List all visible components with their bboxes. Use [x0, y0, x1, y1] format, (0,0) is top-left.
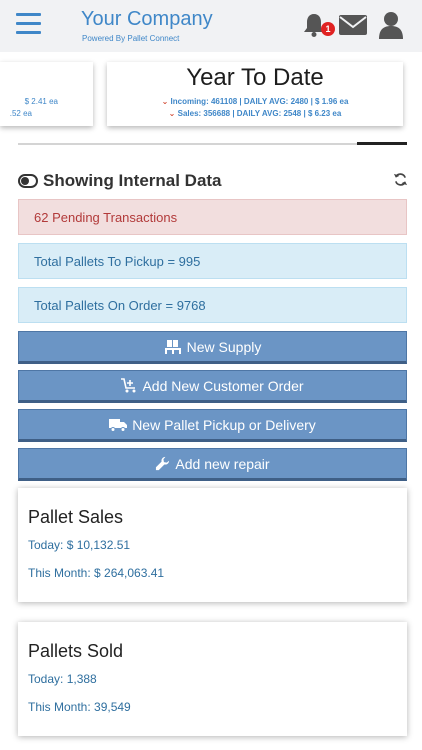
pallet-sales-month: This Month: $ 264,063.41	[28, 566, 165, 580]
stat-prev-line-1: $ 2.41 ea	[24, 97, 58, 106]
app-header: Your Company Powered By Pallet Connect 1	[0, 0, 422, 52]
pallets-on-order-alert[interactable]: Total Pallets On Order = 9768	[18, 287, 407, 323]
add-repair-button[interactable]: Add new repair	[18, 448, 407, 481]
carousel-scroll-thumb[interactable]	[357, 142, 407, 145]
truck-icon	[109, 418, 128, 432]
carousel-scroll-track	[18, 143, 407, 145]
pallets-sold-month: This Month: 39,549	[28, 700, 131, 714]
brand-title: Your Company	[81, 8, 213, 30]
pallet-icon	[164, 339, 181, 354]
add-customer-order-label: Add New Customer Order	[142, 377, 304, 394]
user-icon[interactable]	[379, 11, 403, 39]
section-heading-text: Showing Internal Data	[43, 171, 222, 190]
stat-prev-line-2: .52 ea	[9, 109, 32, 118]
pallet-sales-card[interactable]: Pallet Sales Today: $ 10,132.51 This Mon…	[18, 488, 407, 602]
toggle-icon[interactable]	[18, 174, 38, 188]
stat-card-title: Year To Date	[186, 64, 324, 91]
new-pickup-delivery-button[interactable]: New Pallet Pickup or Delivery	[18, 409, 407, 442]
pallets-to-pickup-alert[interactable]: Total Pallets To Pickup = 995	[18, 243, 407, 279]
new-supply-label: New Supply	[186, 338, 262, 355]
stat-incoming-line: ⌄ Incoming: 461108 | DAILY AVG: 2480 | $…	[107, 97, 403, 106]
pallet-sales-today: Today: $ 10,132.51	[28, 538, 131, 552]
chevron-down-icon: ⌄	[161, 97, 169, 106]
refresh-icon[interactable]	[393, 172, 408, 187]
mail-icon[interactable]	[339, 15, 367, 35]
pallet-sales-title: Pallet Sales	[28, 507, 124, 527]
menu-icon[interactable]	[16, 13, 41, 35]
stat-sales-line: ⌄ Sales: 356688 | DAILY AVG: 2548 | $ 6.…	[107, 109, 403, 118]
new-pickup-delivery-label: New Pallet Pickup or Delivery	[132, 416, 316, 433]
brand-subtitle: Powered By Pallet Connect	[82, 34, 180, 43]
pallets-sold-title: Pallets Sold	[28, 641, 124, 661]
cart-plus-icon	[121, 378, 136, 393]
stat-incoming-text: Incoming: 461108 | DAILY AVG: 2480 | $ 1…	[170, 97, 349, 106]
stat-sales-text: Sales: 356688 | DAILY AVG: 2548 | $ 6.23…	[177, 109, 342, 118]
notification-badge: 1	[321, 22, 335, 36]
pallets-sold-card[interactable]: Pallets Sold Today: 1,388 This Month: 39…	[18, 622, 407, 736]
add-repair-label: Add new repair	[175, 455, 270, 472]
stat-card-year-to-date[interactable]: Year To Date ⌄ Incoming: 461108 | DAILY …	[107, 62, 403, 126]
pallets-sold-today: Today: 1,388	[28, 672, 97, 686]
new-supply-button[interactable]: New Supply	[18, 331, 407, 364]
chevron-down-icon: ⌄	[168, 109, 176, 118]
wrench-icon	[156, 456, 170, 471]
pending-transactions-alert[interactable]: 62 Pending Transactions	[18, 199, 407, 235]
stat-card-previous[interactable]: $ 2.41 ea .52 ea	[0, 62, 93, 126]
section-heading: Showing Internal Data	[18, 171, 222, 191]
add-customer-order-button[interactable]: Add New Customer Order	[18, 370, 407, 403]
